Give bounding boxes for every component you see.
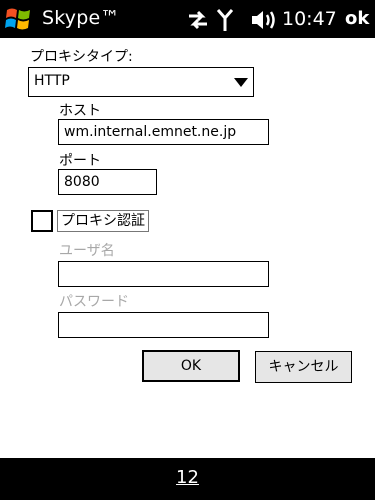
ok-button[interactable]: OK	[142, 350, 240, 382]
signal-antenna-icon[interactable]	[217, 8, 233, 32]
proxy-auth-label[interactable]: プロキシ認証	[57, 210, 149, 232]
windows-logo-icon[interactable]	[4, 4, 34, 34]
proxy-type-label: プロキシタイプ:	[30, 49, 133, 65]
port-label: ポート	[59, 153, 101, 169]
softkey-bar: 12	[0, 458, 375, 500]
proxy-type-dropdown[interactable]: HTTP	[28, 67, 254, 97]
username-label: ユーザ名	[59, 243, 115, 259]
username-input[interactable]	[58, 261, 269, 287]
proxy-auth-checkbox[interactable]	[31, 210, 53, 232]
proxy-settings-form: プロキシタイプ: HTTP ホスト wm.internal.emnet.ne.j…	[0, 38, 375, 458]
password-label: パスワード	[59, 294, 129, 310]
proxy-type-value: HTTP	[34, 73, 70, 89]
sync-arrows-icon[interactable]	[186, 8, 210, 32]
host-label: ホスト	[59, 103, 101, 119]
title-ok-button[interactable]: ok	[345, 8, 369, 29]
app-title: Skype™	[42, 7, 120, 29]
dropdown-arrow-icon	[234, 78, 248, 87]
host-input[interactable]: wm.internal.emnet.ne.jp	[58, 119, 269, 145]
port-input[interactable]: 8080	[58, 169, 157, 195]
password-input[interactable]	[58, 312, 269, 338]
speaker-volume-icon[interactable]	[250, 8, 276, 32]
title-bar: Skype™ 10:47 ok	[0, 0, 375, 38]
cancel-button[interactable]: キャンセル	[255, 351, 352, 383]
softkey-center[interactable]: 12	[0, 467, 375, 488]
clock[interactable]: 10:47	[282, 8, 337, 30]
